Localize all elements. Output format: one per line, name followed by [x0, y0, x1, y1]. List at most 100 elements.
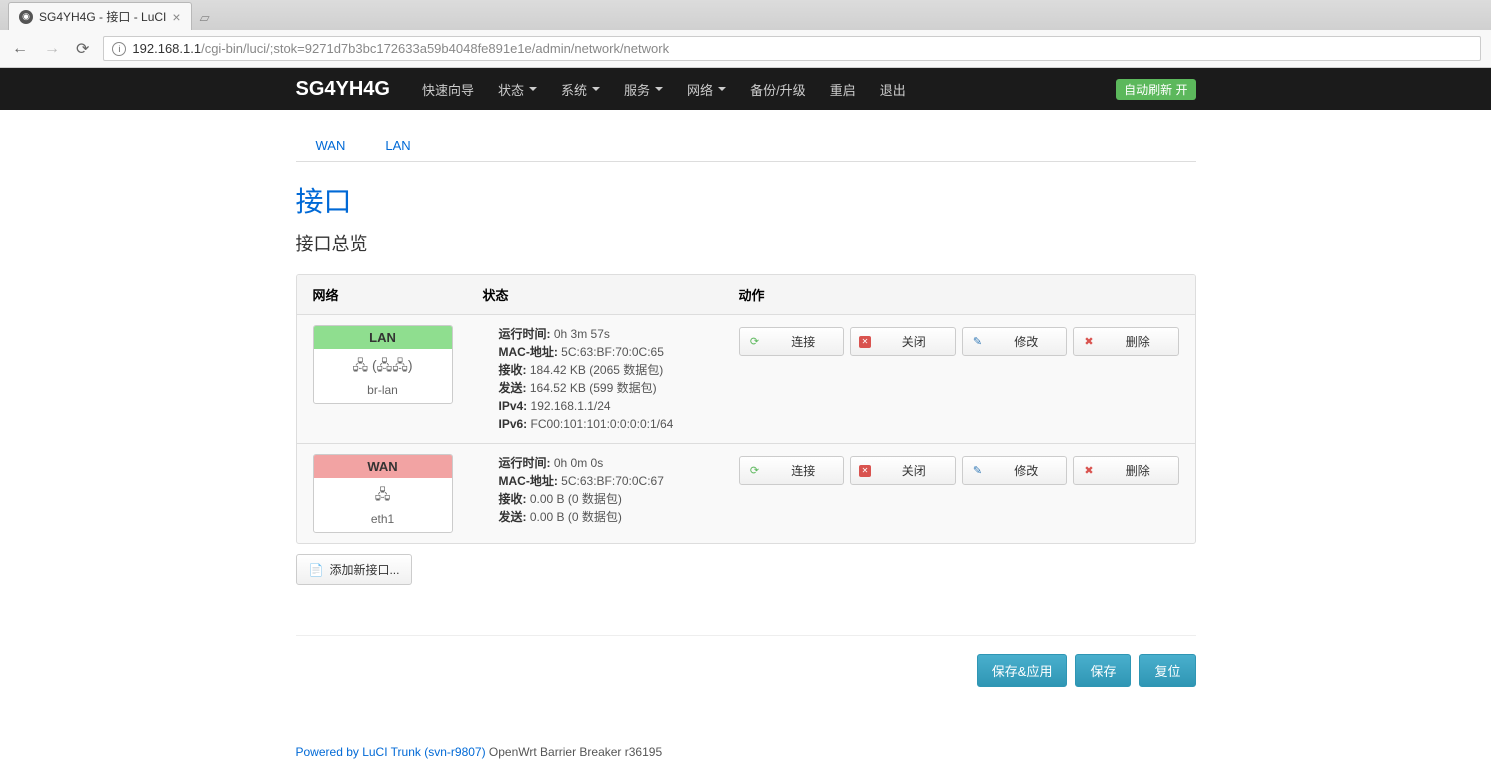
chevron-down-icon — [655, 87, 663, 91]
chevron-down-icon — [592, 87, 600, 91]
status-line: 接收: 0.00 B (0 数据包) — [499, 490, 739, 508]
status-line: 接收: 184.42 KB (2065 数据包) — [499, 361, 739, 379]
status-label: MAC-地址: — [499, 345, 558, 359]
network-cell: WAN🖧eth1 — [313, 454, 483, 533]
stop-button[interactable]: ✕ 关闭 — [850, 456, 956, 485]
interface-row: LAN🖧 (🖧🖧)br-lan 运行时间: 0h 3m 57s MAC-地址: 5C… — [297, 315, 1195, 444]
subtab-wan[interactable]: WAN — [296, 130, 366, 161]
browser-tab[interactable]: ◉ SG4YH4G - 接口 - LuCI × — [8, 2, 192, 30]
status-label: 接收: — [499, 492, 527, 506]
nav-item[interactable]: 服务 — [612, 69, 675, 110]
stop-icon: ✕ — [859, 465, 871, 477]
stop-icon: ✕ — [859, 336, 871, 348]
page-title: 接口 — [296, 180, 1196, 220]
interface-table: 网络 状态 动作 LAN🖧 (🖧🖧)br-lan 运行时间: 0h 3m 57s M… — [296, 274, 1196, 544]
back-button[interactable]: ← — [10, 38, 30, 60]
table-header: 网络 状态 动作 — [297, 275, 1195, 315]
network-cell: LAN🖧 (🖧🖧)br-lan — [313, 325, 483, 404]
auto-refresh-toggle[interactable]: 自动刷新 开 — [1116, 79, 1195, 100]
status-label: MAC-地址: — [499, 474, 558, 488]
interface-device: br-lan — [314, 381, 452, 403]
edit-button[interactable]: ✎修改 — [962, 456, 1068, 485]
edit-icon: ✎ — [971, 335, 985, 349]
status-line: 运行时间: 0h 0m 0s — [499, 454, 739, 472]
reload-icon: ⟳ — [748, 335, 762, 349]
actions-cell: ⟳连接 ✕ 关闭 ✎ 修改 ✖删除 — [739, 325, 1179, 356]
actions-cell: ⟳连接 ✕ 关闭 ✎修改 ✖ 删除 — [739, 454, 1179, 485]
delete-button[interactable]: ✖ 删除 — [1073, 456, 1179, 485]
status-cell: 运行时间: 0h 0m 0sMAC-地址: 5C:63:BF:70:0C:67接… — [483, 454, 739, 526]
form-actions: 保存&应用 保存 复位 — [296, 635, 1196, 705]
status-label: IPv6: — [499, 417, 528, 431]
footer-text: OpenWrt Barrier Breaker r36195 — [486, 745, 663, 759]
url-bar[interactable]: i 192.168.1.1/cgi-bin/luci/;stok=9271d7b… — [103, 36, 1481, 61]
status-value: 192.168.1.1/24 — [531, 399, 611, 413]
interface-name: WAN — [314, 455, 452, 478]
interface-box: LAN🖧 (🖧🖧)br-lan — [313, 325, 453, 404]
stop-button[interactable]: ✕ 关闭 — [850, 327, 956, 356]
status-label: 发送: — [499, 381, 527, 395]
delete-button[interactable]: ✖删除 — [1073, 327, 1179, 356]
subtabs: WANLAN — [296, 130, 1196, 162]
close-icon[interactable]: × — [172, 9, 180, 25]
nav-item[interactable]: 网络 — [675, 69, 738, 110]
status-line: 发送: 0.00 B (0 数据包) — [499, 508, 739, 526]
footer-link[interactable]: Powered by LuCI Trunk (svn-r9807) — [296, 745, 486, 759]
forward-button[interactable]: → — [42, 38, 62, 60]
add-icon: 📄 — [309, 563, 324, 577]
interface-name: LAN — [314, 326, 452, 349]
browser-tab-bar: ◉ SG4YH4G - 接口 - LuCI × ▱ — [0, 0, 1491, 30]
interface-device: eth1 — [314, 510, 452, 532]
status-value: 5C:63:BF:70:0C:65 — [561, 345, 664, 359]
section-title: 接口总览 — [296, 230, 1196, 256]
status-label: 运行时间: — [499, 327, 551, 341]
tab-title: SG4YH4G - 接口 - LuCI — [39, 8, 166, 25]
action-label: 删除 — [1106, 462, 1170, 479]
footer: Powered by LuCI Trunk (svn-r9807) OpenWr… — [276, 745, 1216, 759]
browser-nav-bar: ← → ⟳ i 192.168.1.1/cgi-bin/luci/;stok=9… — [0, 30, 1491, 67]
status-label: 发送: — [499, 510, 527, 524]
interface-icons: 🖧 (🖧🖧) — [314, 349, 452, 381]
add-interface-button[interactable]: 📄 添加新接口... — [296, 554, 413, 585]
brand-title: SG4YH4G — [296, 78, 390, 101]
action-label: 修改 — [995, 333, 1059, 350]
col-status: 状态 — [483, 285, 739, 304]
info-icon[interactable]: i — [112, 42, 126, 56]
delete-icon: ✖ — [1082, 464, 1096, 478]
save-apply-button[interactable]: 保存&应用 — [977, 654, 1068, 687]
nav-menu: 快速向导状态系统服务网络备份/升级重启退出 — [410, 69, 1116, 110]
status-value: 184.42 KB (2065 数据包) — [530, 363, 663, 377]
chevron-down-icon — [718, 87, 726, 91]
status-value: 0h 0m 0s — [554, 456, 603, 470]
delete-icon: ✖ — [1082, 335, 1096, 349]
status-value: 164.52 KB (599 数据包) — [530, 381, 657, 395]
nav-item[interactable]: 退出 — [868, 69, 918, 110]
nav-item[interactable]: 重启 — [818, 69, 868, 110]
action-label: 关闭 — [881, 462, 947, 479]
status-line: 发送: 164.52 KB (599 数据包) — [499, 379, 739, 397]
status-line: MAC-地址: 5C:63:BF:70:0C:67 — [499, 472, 739, 490]
connect-button[interactable]: ⟳连接 — [739, 456, 845, 485]
reload-button[interactable]: ⟳ — [74, 37, 91, 61]
nav-item[interactable]: 快速向导 — [410, 69, 486, 110]
nav-item[interactable]: 备份/升级 — [738, 69, 818, 110]
nav-item[interactable]: 系统 — [549, 69, 612, 110]
nav-item[interactable]: 状态 — [486, 69, 549, 110]
status-value: 0h 3m 57s — [554, 327, 610, 341]
subtab-lan[interactable]: LAN — [365, 130, 430, 161]
reset-button[interactable]: 复位 — [1139, 654, 1195, 687]
connect-button[interactable]: ⟳连接 — [739, 327, 845, 356]
save-button[interactable]: 保存 — [1075, 654, 1131, 687]
status-value: 5C:63:BF:70:0C:67 — [561, 474, 664, 488]
col-network: 网络 — [313, 285, 483, 304]
add-interface-label: 添加新接口... — [329, 561, 399, 578]
edit-button[interactable]: ✎ 修改 — [962, 327, 1068, 356]
edit-icon: ✎ — [971, 464, 985, 478]
chevron-down-icon — [529, 87, 537, 91]
action-label: 连接 — [772, 462, 836, 479]
status-cell: 运行时间: 0h 3m 57s MAC-地址: 5C:63:BF:70:0C:65… — [483, 325, 739, 433]
url-text: 192.168.1.1/cgi-bin/luci/;stok=9271d7b3b… — [132, 41, 669, 56]
status-label: IPv4: — [499, 399, 528, 413]
new-tab-button[interactable]: ▱ — [192, 6, 218, 30]
action-label: 关闭 — [881, 333, 947, 350]
